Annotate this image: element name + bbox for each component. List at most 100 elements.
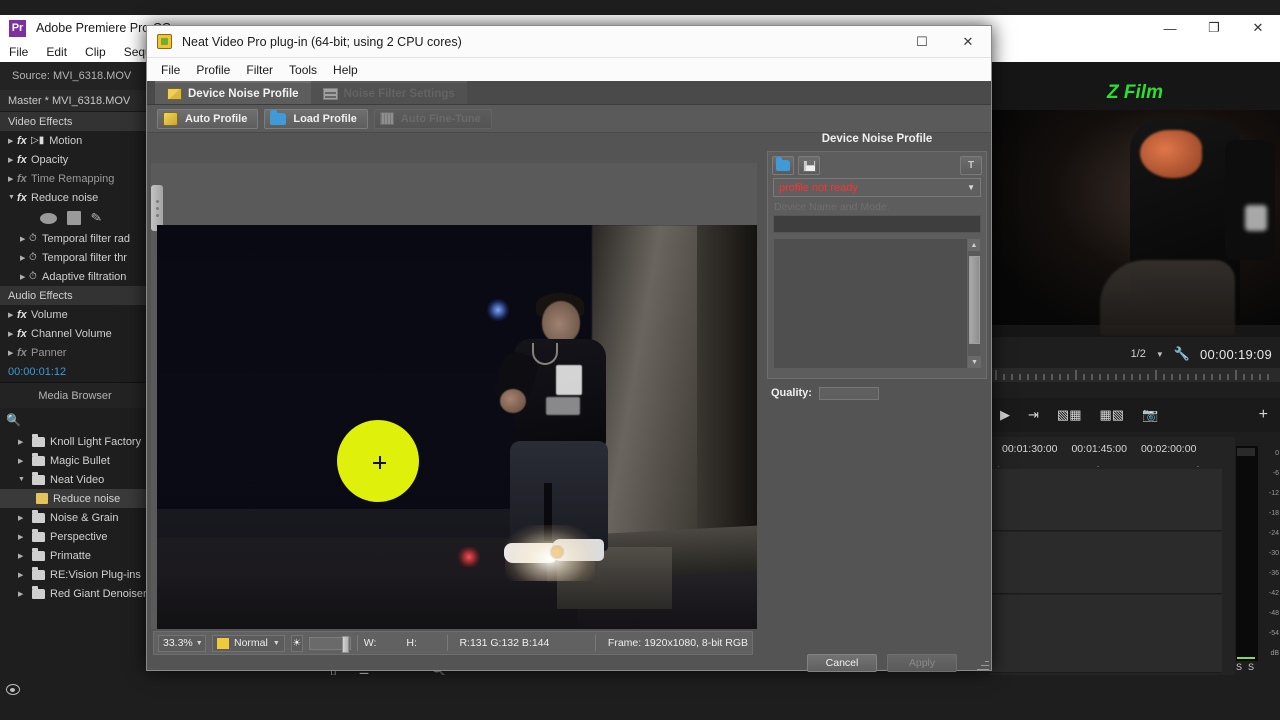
snapshot-icon[interactable]: 📷 [1142, 407, 1158, 423]
save-profile-button[interactable] [798, 156, 820, 175]
auto-fine-tune-button[interactable]: Auto Fine-Tune [373, 108, 492, 129]
chevron-right-icon[interactable]: ▶ [20, 235, 29, 243]
restore-icon[interactable]: ❐ [1192, 15, 1236, 41]
profile-list-scrollbar[interactable]: ▲ ▼ [967, 239, 981, 368]
insert-icon[interactable]: ▧▦ [1057, 407, 1082, 423]
timeline-track-v2[interactable] [990, 469, 1222, 531]
menu-clip[interactable]: Clip [76, 45, 115, 59]
list-item[interactable]: ▶ Noise & Grain [0, 508, 150, 527]
param-row-temporal-filter-threshold[interactable]: ▶ ⏱ Temporal filter thr [0, 248, 150, 267]
wrench-icon[interactable]: 🔧 [1174, 346, 1190, 362]
list-item-selected[interactable]: Reduce noise [0, 489, 150, 508]
brightness-slider[interactable] [308, 635, 352, 653]
zoom-level-dropdown[interactable]: 33.3% ▼ [158, 634, 206, 652]
menu-file[interactable]: File [0, 45, 37, 59]
chevron-down-icon[interactable]: ▼ [18, 476, 27, 483]
plugin-menu-tools[interactable]: Tools [281, 63, 325, 77]
master-clip-label[interactable]: Master * MVI_6318.MOV [0, 90, 150, 112]
chevron-right-icon[interactable]: ▶ [18, 457, 27, 465]
scroll-down-icon[interactable]: ▼ [968, 356, 981, 368]
list-item[interactable]: ▶ Magic Bullet [0, 451, 150, 470]
chevron-right-icon[interactable]: ▶ [8, 175, 17, 183]
auto-profile-button[interactable]: Auto Profile [157, 108, 259, 129]
maximize-icon[interactable]: ☐ [899, 26, 945, 58]
slider-knob[interactable] [341, 635, 349, 653]
tab-noise-filter-settings[interactable]: Noise Filter Settings [310, 81, 467, 104]
apply-button[interactable]: Apply [887, 654, 957, 672]
audio-solo-buttons[interactable]: S S [1236, 662, 1266, 672]
scroll-up-icon[interactable]: ▲ [968, 239, 980, 251]
timeline-track-v1[interactable] [990, 532, 1222, 594]
profile-info-button[interactable]: T [960, 156, 982, 175]
minimize-icon[interactable]: — [1148, 15, 1192, 41]
list-item[interactable]: ▶ Knoll Light Factory [0, 432, 150, 451]
open-profile-button[interactable] [772, 156, 794, 175]
list-item[interactable]: ▶ Perspective [0, 527, 150, 546]
chevron-right-icon[interactable]: ▶ [18, 533, 27, 541]
stopwatch-icon[interactable]: ⏱ [29, 252, 42, 263]
export-frame-icon[interactable]: ⇥ [1028, 407, 1039, 423]
chevron-right-icon[interactable]: ▶ [18, 552, 27, 560]
source-tab-label[interactable]: Source: MVI_6318.MOV [0, 62, 150, 90]
solo-button[interactable]: S [1248, 662, 1254, 672]
plugin-menu-file[interactable]: File [153, 63, 188, 77]
timeline-ruler[interactable]: 00:01:30:00 00:01:45:00 00:02:00:00 [990, 437, 1235, 467]
chevron-right-icon[interactable]: ▶ [20, 254, 29, 262]
close-icon[interactable]: ✕ [1236, 15, 1280, 41]
stopwatch-icon[interactable]: ⏱ [29, 233, 42, 244]
chevron-down-icon[interactable]: ▼ [967, 183, 975, 192]
brightness-button[interactable]: ☀ [290, 634, 303, 652]
list-item[interactable]: ▶ Red Giant Denoiser [0, 584, 150, 603]
chevron-down-icon[interactable]: ▼ [273, 640, 280, 647]
monitor-timecode[interactable]: 00:00:19:09 [1200, 347, 1272, 362]
list-item[interactable]: ▶ RE:Vision Plug-ins [0, 565, 150, 584]
add-button-icon[interactable]: + [1259, 406, 1268, 424]
chevron-down-icon[interactable]: ▼ [8, 194, 17, 201]
plugin-menu-filter[interactable]: Filter [238, 63, 281, 77]
load-profile-button[interactable]: Load Profile [264, 108, 368, 129]
view-mode-dropdown[interactable]: Normal ▼ [212, 634, 285, 652]
solo-button[interactable]: S [1236, 662, 1242, 672]
param-row-temporal-filter-radius[interactable]: ▶ ⏱ Temporal filter rad [0, 229, 150, 248]
chevron-right-icon[interactable]: ▶ [18, 571, 27, 579]
effect-row-motion[interactable]: ▶ fx ▷▮ Motion [0, 131, 150, 150]
effect-row-channel-volume[interactable]: ▶ fx Channel Volume [0, 324, 150, 343]
media-browser-search[interactable]: 🔍 [0, 408, 150, 432]
pen-mask-icon[interactable]: ✎ [90, 209, 104, 227]
chevron-right-icon[interactable]: ▶ [18, 590, 27, 598]
play-icon[interactable]: ▶ [1000, 407, 1010, 423]
chevron-right-icon[interactable]: ▶ [8, 156, 17, 164]
effect-row-opacity[interactable]: ▶ fx Opacity [0, 150, 150, 169]
monitor-zoom-fraction[interactable]: 1/2 [1131, 348, 1146, 360]
plugin-menu-help[interactable]: Help [325, 63, 366, 77]
chevron-right-icon[interactable]: ▶ [8, 349, 17, 357]
chevron-right-icon[interactable]: ▶ [8, 137, 17, 145]
tab-device-noise-profile[interactable]: Device Noise Profile [155, 81, 311, 104]
cancel-button[interactable]: Cancel [807, 654, 877, 672]
timeline-track-a1[interactable] [990, 595, 1222, 673]
scrollbar-thumb[interactable] [969, 256, 980, 344]
list-item[interactable]: ▶ Primatte [0, 546, 150, 565]
overwrite-icon[interactable]: ▦▧ [1099, 407, 1124, 423]
chevron-right-icon[interactable]: ▶ [20, 273, 29, 281]
resize-grip-icon[interactable] [977, 660, 989, 670]
rectangle-mask-icon[interactable] [67, 211, 81, 225]
preview-image[interactable] [157, 225, 757, 629]
chevron-down-icon[interactable]: ▼ [196, 640, 203, 647]
close-icon[interactable]: ✕ [945, 26, 991, 58]
media-browser-title[interactable]: Media Browser [0, 382, 150, 408]
chevron-right-icon[interactable]: ▶ [18, 438, 27, 446]
menu-edit[interactable]: Edit [37, 45, 76, 59]
stopwatch-icon[interactable]: ⏱ [29, 271, 42, 282]
plugin-menu-profile[interactable]: Profile [188, 63, 238, 77]
profile-list[interactable]: ▲ ▼ [773, 238, 981, 369]
effect-row-panner[interactable]: ▶ fx Panner [0, 343, 150, 362]
effect-row-time-remapping[interactable]: ▶ fx Time Remapping [0, 169, 150, 188]
effect-row-reduce-noise[interactable]: ▼ fx Reduce noise [0, 188, 150, 207]
chevron-right-icon[interactable]: ▶ [8, 311, 17, 319]
chevron-right-icon[interactable]: ▶ [8, 330, 17, 338]
creative-cloud-icon[interactable] [6, 684, 20, 695]
effect-controls-timecode[interactable]: 00:00:01:12 [0, 362, 150, 382]
chevron-down-icon[interactable]: ▼ [1156, 350, 1164, 359]
chevron-right-icon[interactable]: ▶ [18, 514, 27, 522]
